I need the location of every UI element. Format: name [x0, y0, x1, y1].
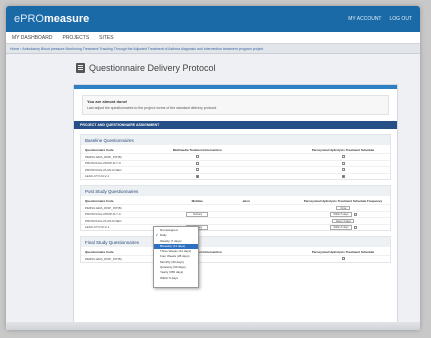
frequency-select[interactable]: Within 5 days	[329, 225, 352, 230]
final-study-group: Final Study Questionnaires Questionnaire…	[80, 236, 391, 263]
column-header: Questionnaire Code	[85, 199, 114, 203]
nav-item-dashboard[interactable]: MY DASHBOARD	[12, 35, 52, 41]
checkbox[interactable]	[195, 174, 199, 178]
alert-box: You are almost done! Last adjust the que…	[82, 95, 389, 115]
group-title: Final Study Questionnaires	[81, 237, 390, 247]
nav-item-sites[interactable]: SITES	[99, 35, 113, 41]
column-header: Paroxysmal Hydrolysis Treatment Schedule	[311, 148, 375, 152]
questionnaire-code: PROSOCIAL-PROP-R-7-C	[85, 161, 122, 166]
table-row: PROSOCIAL-PROP-R-7-C Delivery Within 5 d…	[81, 210, 390, 218]
protocol-panel: You are almost done! Last adjust the que…	[73, 84, 398, 324]
questionnaire-code: LEAD-CTV-NI-V-1	[85, 225, 110, 230]
log-out-link[interactable]: LOG OUT	[389, 16, 412, 22]
column-header: Paroxysmal Hydrolysis Treatment Schedule	[311, 250, 375, 254]
screen-bottom-edge	[6, 322, 420, 330]
protocol-icon	[76, 63, 85, 73]
breadcrumb[interactable]: Home › Ambulatory Blood pressure Monitor…	[6, 44, 420, 54]
main-nav: MY DASHBOARD PROJECTS SITES	[6, 32, 420, 44]
baseline-group: Baseline Questionnaires Questionnaire Co…	[80, 134, 391, 180]
top-header: ePROmeasure MY ACCOUNT LOG OUT	[6, 6, 420, 32]
dropdown-option[interactable]: Within 5 days	[154, 276, 198, 281]
checkbox[interactable]	[341, 161, 345, 165]
group-title: Baseline Questionnaires	[81, 135, 390, 145]
checkbox[interactable]	[341, 168, 345, 172]
column-header	[243, 250, 300, 254]
group-title: Post Study Questionnaires	[81, 186, 390, 196]
nav-item-projects[interactable]: PROJECTS	[62, 35, 89, 41]
my-account-link[interactable]: MY ACCOUNT	[348, 16, 381, 22]
delivery-select[interactable]: Delivery	[186, 212, 209, 217]
column-header: Questionnaire Code	[85, 250, 114, 254]
alert-title: You are almost done!	[87, 99, 128, 104]
page-title: Questionnaire Delivery Protocol	[89, 63, 216, 73]
column-header: ation	[242, 199, 250, 203]
frequency-dropdown-menu[interactable]: Not assigned ✓ Daily Weekly (7 days) Biwe…	[153, 226, 199, 288]
checkbox[interactable]	[341, 257, 345, 261]
checkbox[interactable]	[341, 155, 345, 159]
brand-suffix: measure	[43, 13, 90, 25]
table-row: PERSC-ERA_DISP_INT(B)	[81, 255, 390, 262]
checkbox[interactable]	[195, 168, 199, 172]
section-title: PROJECT AND QUESTIONNAIRE ASSIGNMENT	[74, 121, 397, 129]
column-header: Paroxysmal Hydrolysis Treatment Schedule…	[303, 199, 383, 203]
column-header: Multimedia Treatment Intervention	[172, 148, 222, 152]
questionnaire-code: PERSC-ERA_DISP_INT(B)	[85, 154, 122, 159]
frequency-select[interactable]: Once	[336, 205, 350, 210]
table-header: Questionnaire Code Multimedia Treatment …	[81, 145, 390, 153]
accent-stripe	[74, 85, 397, 89]
questionnaire-code: PROSOCIAL-PLAN-R-SEC	[85, 218, 122, 223]
checkbox[interactable]	[195, 155, 199, 159]
questionnaire-code: PROSOCIAL-PROP-R-7-C	[85, 212, 122, 217]
brand-logo[interactable]: ePROmeasure	[14, 13, 89, 25]
table-row: LEAD-CTV-NI-V-1 Delivery Within 5 days	[81, 223, 390, 231]
questionnaire-code: LEAD-CTV-NI-V-1	[85, 174, 110, 179]
checkbox[interactable]	[353, 212, 357, 216]
account-links: MY ACCOUNT LOG OUT	[348, 16, 412, 22]
questionnaire-code: PERSC-ERA_DISP_INT(B)	[85, 205, 122, 210]
post-study-group: Post Study Questionnaires Questionnaire …	[80, 185, 391, 231]
table-row: LEAD-CTV-NI-V-1	[81, 172, 390, 180]
checkbox[interactable]	[341, 174, 345, 178]
alert-text: Last adjust the questionnaires to the pr…	[87, 106, 218, 110]
table-header: Questionnaire Code Multime ation Paroxys…	[81, 196, 390, 204]
column-header: Questionnaire Code	[85, 148, 114, 152]
frequency-select[interactable]: Within 5 days	[329, 212, 352, 217]
questionnaire-code: PROSOCIAL-PLAN-R-SEC	[85, 167, 122, 172]
table-header: Questionnaire Code Multimedia Treatment …	[81, 247, 390, 255]
questionnaire-code: PERSC-ERA_DISP_INT(B)	[85, 256, 122, 261]
page-header: Questionnaire Delivery Protocol	[6, 54, 420, 82]
checkbox[interactable]	[195, 161, 199, 165]
checkbox[interactable]	[353, 225, 357, 229]
column-header: Multime	[191, 199, 203, 203]
frequency-select[interactable]: Every 4 days	[332, 218, 354, 223]
brand-prefix: ePRO	[14, 13, 44, 25]
column-header	[243, 148, 300, 152]
